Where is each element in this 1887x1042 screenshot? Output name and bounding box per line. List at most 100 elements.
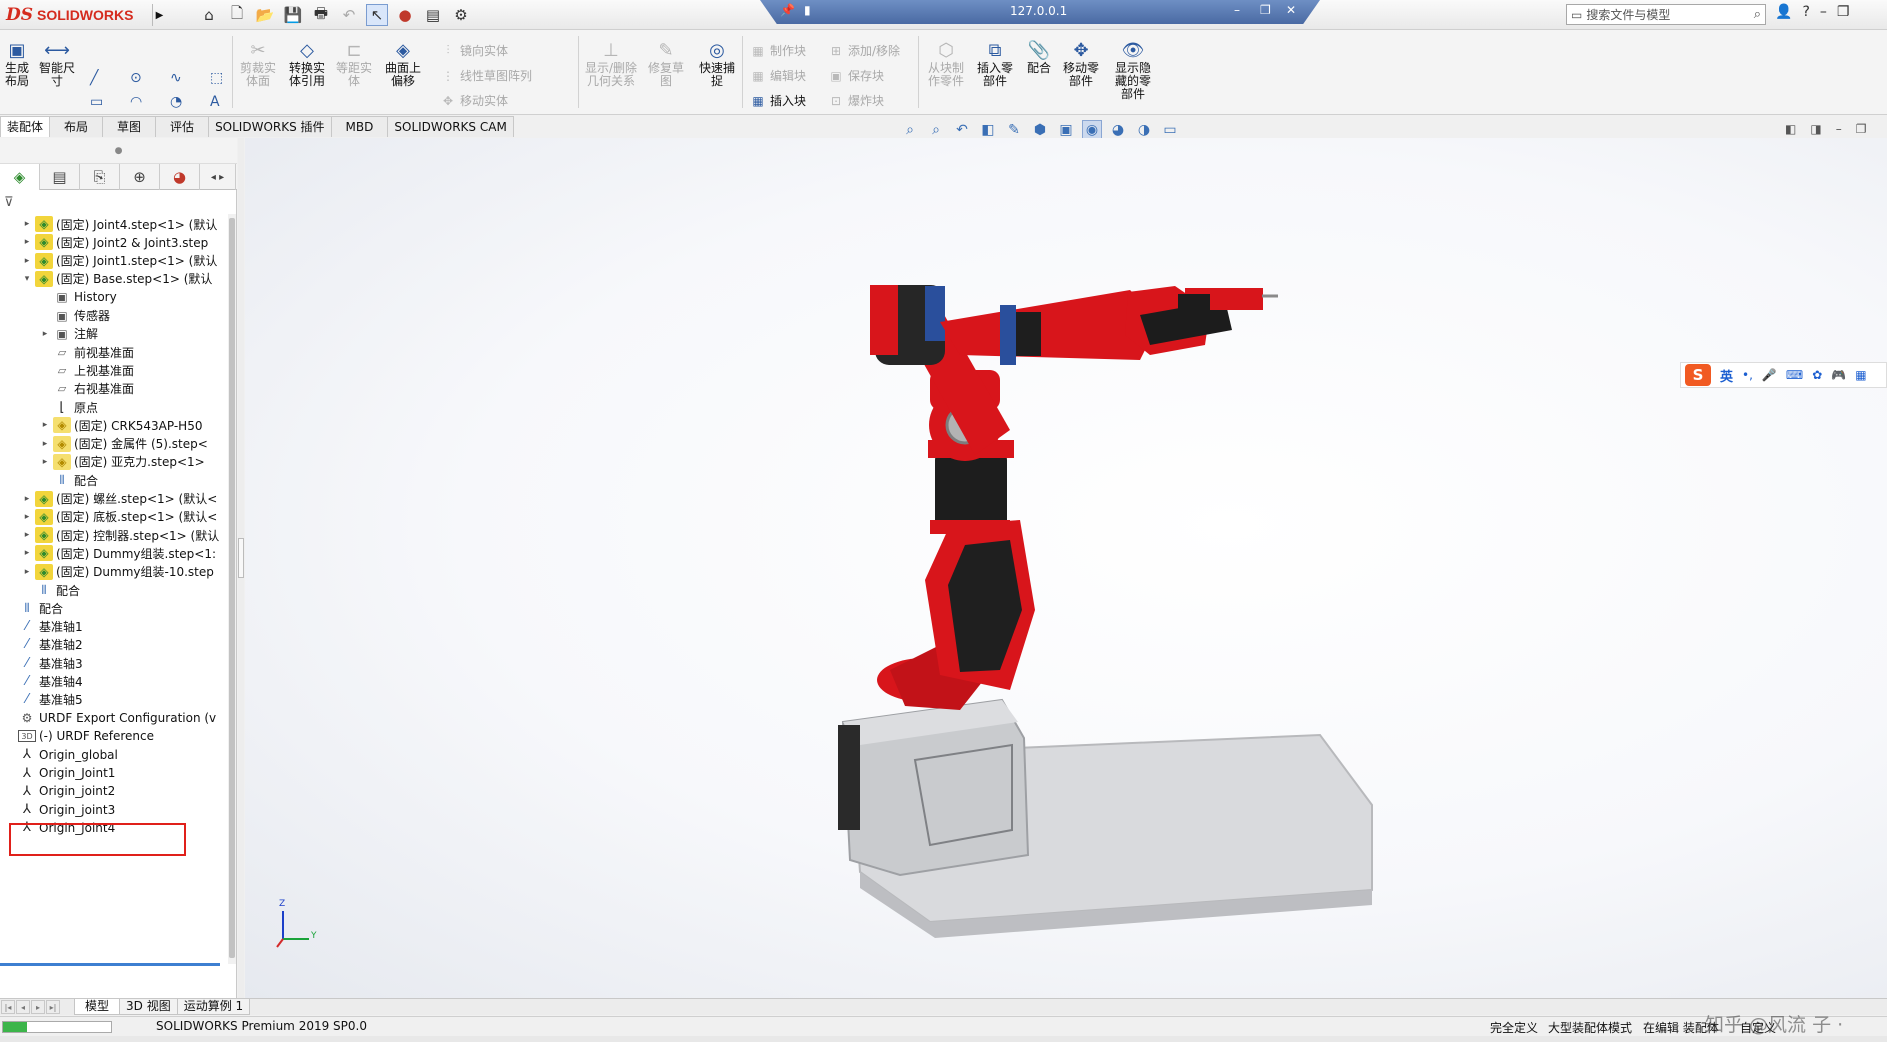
doc-restore-icon[interactable]: ❐ (1856, 122, 1867, 136)
tree-item[interactable]: ▸ ◈ (固定) Joint4.step<1> (默认 (22, 214, 217, 234)
new-document-icon[interactable]: 🗋 (226, 4, 248, 26)
smart-dimension-button[interactable]: ⟷ 智能尺 寸 (36, 38, 78, 88)
ime-language-toggle[interactable]: 英 (1720, 366, 1733, 385)
tab-assembly[interactable]: 装配体 (0, 116, 51, 137)
tab-motion-study[interactable]: 运动算例 1 (176, 999, 251, 1015)
tree-item[interactable]: ⅄ Origin_global (18, 745, 118, 765)
tree-item[interactable]: ▣ History (40, 287, 116, 307)
trim-entity-button[interactable]: ✂ 剪裁实 体面 (238, 38, 278, 88)
pin-icon[interactable]: 📌 (780, 3, 795, 17)
close-icon[interactable]: ✕ (1286, 3, 1296, 17)
search-input[interactable]: 搜索文件与模型 (1586, 6, 1670, 23)
print-icon[interactable]: 🖶 (310, 4, 332, 26)
tree-item[interactable]: ⁄ 基准轴1 (18, 617, 83, 637)
options-gear-icon[interactable]: ⚙ (450, 4, 472, 26)
tree-item[interactable]: ⚙ URDF Export Configuration (v (18, 708, 217, 728)
arc-icon[interactable]: ◠ (130, 94, 142, 110)
tree-expander-icon[interactable]: ▸ (40, 420, 50, 430)
zoom-to-fit-icon[interactable]: ⌕ (900, 120, 920, 140)
toolbox-grid-icon[interactable]: ▦ (1855, 368, 1866, 382)
tree-filter[interactable]: ⊽ (0, 192, 14, 212)
edit-appearance-icon[interactable]: ◕ (1108, 120, 1128, 140)
home-icon[interactable]: ⌂ (198, 4, 220, 26)
last-tab-arrow-icon[interactable]: ▸| (46, 1000, 60, 1014)
window-minimize-icon[interactable]: – (1820, 4, 1827, 20)
tree-item[interactable]: ▸ ◈ (固定) 底板.step<1> (默认< (22, 507, 217, 527)
generate-layout-button[interactable]: ▣ 生成 布局 (2, 38, 32, 88)
quick-snaps-button[interactable]: ◎ 快速捕 捉 (697, 38, 737, 88)
punctuation-icon[interactable]: •, (1742, 368, 1753, 382)
minimize-icon[interactable]: – (1234, 3, 1240, 17)
panel-splitter[interactable] (238, 138, 244, 998)
section-view-icon[interactable]: ◧ (978, 120, 998, 140)
offset-entities-button[interactable]: ⊏ 等距实 体 (334, 38, 374, 88)
select-pointer-icon[interactable]: ↖ (366, 4, 388, 26)
configurationmanager-icon[interactable]: ⎘ (80, 164, 120, 190)
tree-item[interactable]: ⁄ 基准轴4 (18, 672, 83, 692)
skin-icon[interactable]: ✿ (1812, 368, 1822, 382)
robot-arm-model[interactable] (245, 138, 1887, 998)
circle-icon[interactable]: ⊙ (130, 70, 142, 86)
display-manager-icon[interactable]: ◕ (160, 164, 200, 190)
save-icon[interactable]: 💾 (282, 4, 304, 26)
restore-icon[interactable]: ❐ (1260, 3, 1271, 17)
open-folder-icon[interactable]: 📂 (254, 4, 276, 26)
help-icon[interactable]: ? (1802, 4, 1809, 20)
tree-item[interactable]: ⁄ 基准轴3 (18, 653, 83, 673)
solidworks-logo[interactable]: DS SOLIDWORKS (6, 3, 154, 27)
save-block-button[interactable]: ▣ 保存块 (828, 67, 884, 84)
tree-expander-icon[interactable]: ▸ (22, 567, 32, 577)
text-icon[interactable]: A (210, 94, 220, 110)
first-tab-arrow-icon[interactable]: |◂ (1, 1000, 15, 1014)
make-block-button[interactable]: ▦ 制作块 (750, 42, 806, 59)
file-properties-icon[interactable]: ▤ (422, 4, 444, 26)
previous-view-icon[interactable]: ↶ (952, 120, 972, 140)
undo-icon[interactable]: ↶ (338, 4, 360, 26)
microphone-icon[interactable]: 🎤 (1762, 368, 1777, 382)
tree-item[interactable]: ⁄ 基准轴5 (18, 690, 83, 710)
spline-icon[interactable]: ∿ (170, 70, 182, 86)
tree-item[interactable]: 3D (-) URDF Reference (18, 726, 154, 746)
view-orientation-icon[interactable]: ⬢ (1030, 120, 1050, 140)
tree-item[interactable]: ⅄ Origin_joint2 (18, 781, 115, 801)
add-remove-block-button[interactable]: ⊞ 添加/移除 (828, 42, 900, 59)
tree-item[interactable]: ▸ ◈ (固定) Joint1.step<1> (默认 (22, 251, 217, 271)
tree-item[interactable]: ⁄ 基准轴2 (18, 635, 83, 655)
insert-block-button[interactable]: ▦ 插入块 (750, 92, 806, 109)
mate-button[interactable]: 📎 配合 (1022, 38, 1056, 75)
panel-collapse-handle[interactable]: ● (0, 138, 237, 164)
tree-item[interactable]: ▸ ◈ (固定) Dummy组装.step<1: (22, 543, 216, 563)
graphics-area[interactable]: Z Y (245, 138, 1887, 998)
propertymanager-icon[interactable]: ▤ (40, 164, 80, 190)
mirror-entities-button[interactable]: ⫶ 镜向实体 (440, 42, 508, 59)
splitter-grip[interactable] (238, 538, 244, 578)
insert-components-button[interactable]: ⧉ 插入零 部件 (972, 38, 1018, 88)
tree-item[interactable]: ▸ ◈ (固定) 亚克力.step<1> (40, 452, 205, 472)
tree-expander-icon[interactable]: ▸ (22, 219, 32, 229)
move-component-button[interactable]: ✥ 移动零 部件 (1058, 38, 1104, 88)
hide-show-items-icon[interactable]: ◉ (1082, 120, 1102, 140)
rebuild-icon[interactable]: ● (394, 4, 416, 26)
prev-tab-arrow-icon[interactable]: ◂ (16, 1000, 30, 1014)
tree-item[interactable]: ▱ 右视基准面 (40, 379, 134, 399)
fillet-icon[interactable]: ◔ (170, 94, 182, 110)
tree-expander-icon[interactable]: ▸ (22, 512, 32, 522)
tree-expander-icon[interactable]: ▸ (22, 548, 32, 558)
display-relations-button[interactable]: ⊥ 显示/删除 几何关系 (580, 38, 642, 88)
tree-item[interactable]: ⫴ 配合 (40, 470, 98, 490)
tree-expander-icon[interactable]: ▸ (40, 329, 50, 339)
offset-on-surface-button[interactable]: ◈ 曲面上 偏移 (382, 38, 424, 88)
repair-sketch-button[interactable]: ✎ 修复草 图 (646, 38, 686, 88)
tree-item[interactable]: ⫴ 配合 (18, 598, 63, 618)
show-hidden-components-button[interactable]: 👁 显示隐 藏的零 部件 (1110, 38, 1156, 101)
tab-sketch[interactable]: 草图 (102, 116, 157, 137)
tab-evaluate[interactable]: 评估 (155, 116, 210, 137)
gamepad-icon[interactable]: 🎮 (1831, 368, 1846, 382)
tree-expander-icon[interactable]: ▸ (22, 237, 32, 247)
tree-item[interactable]: ⌊ 原点 (40, 397, 98, 417)
tab-cam[interactable]: SOLIDWORKS CAM (387, 116, 514, 137)
tree-item[interactable]: ▾ ◈ (固定) Base.step<1> (默认 (22, 269, 212, 289)
tree-expander-icon[interactable]: ▸ (22, 256, 32, 266)
tree-item[interactable]: ⅄ Origin_Joint1 (18, 763, 115, 783)
dimxpert-icon[interactable]: ⊕ (120, 164, 160, 190)
